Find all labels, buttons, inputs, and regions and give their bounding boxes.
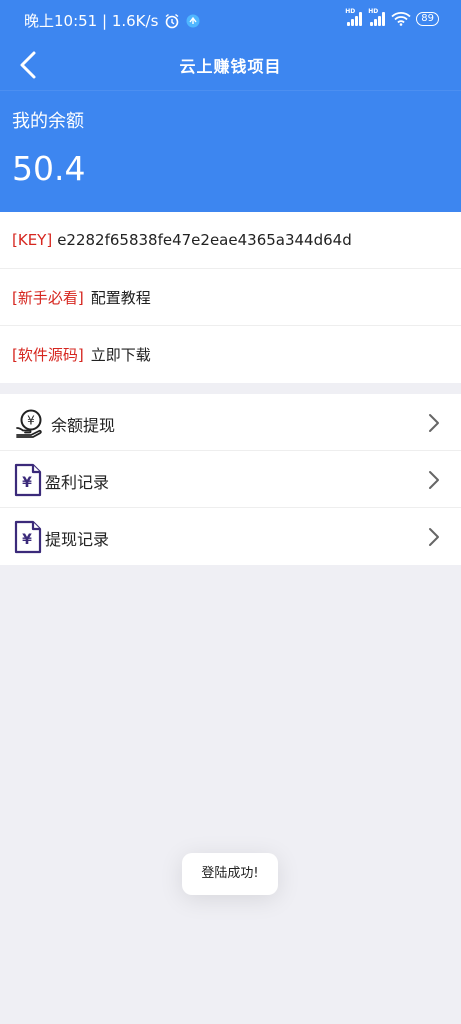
tutorial-link[interactable]: 配置教程: [91, 287, 151, 308]
svg-text:¥: ¥: [22, 532, 32, 548]
balance-card: 我的余额 50.4: [0, 90, 461, 213]
balance-label: 我的余额: [12, 111, 84, 132]
title-bar: 云上赚钱项目: [0, 40, 461, 90]
menu-item-profit-record[interactable]: ¥ 盈利记录: [0, 451, 461, 508]
svg-text:¥: ¥: [22, 475, 32, 491]
tutorial-tag: [新手必看]: [12, 288, 84, 307]
source-code-row[interactable]: [软件源码] 立即下载: [0, 326, 461, 383]
login-success-toast: 登陆成功!: [182, 853, 278, 895]
status-right: HD HD 89: [345, 8, 439, 26]
balance-value: 50.4: [12, 149, 86, 188]
key-tag: [KEY]: [12, 231, 53, 249]
tutorial-row[interactable]: [新手必看] 配置教程: [0, 269, 461, 326]
profit-record-document-icon: ¥: [14, 463, 42, 497]
menu-item-withdraw-balance[interactable]: ¥ 余额提现: [0, 394, 461, 451]
app-notification-icon: [186, 14, 200, 27]
menu-item-withdraw-record[interactable]: ¥ 提现记录: [0, 508, 461, 565]
key-value: e2282f65838fe47e2eae4365a344d64d: [57, 231, 352, 249]
menu-label-withdraw-record: 提现记录: [45, 530, 110, 549]
info-list: [KEY] e2282f65838fe47e2eae4365a344d64d […: [0, 212, 461, 383]
withdraw-balance-icon: ¥: [16, 409, 42, 438]
status-time-speed: 晚上10:51 | 1.6K/s: [24, 12, 159, 30]
alarm-clock-icon: [165, 13, 179, 28]
menu-list: ¥ 余额提现 ¥ 盈利记录 ¥ 提现记录: [0, 394, 461, 565]
download-link[interactable]: 立即下载: [91, 344, 151, 365]
chevron-right-icon: [429, 528, 439, 546]
signal-hd-icon-2: HD: [368, 8, 386, 26]
key-row[interactable]: [KEY] e2282f65838fe47e2eae4365a344d64d: [0, 212, 461, 269]
battery-icon: 89: [416, 11, 439, 26]
status-bar: 晚上10:51 | 1.6K/s HD HD 89: [0, 0, 461, 40]
status-left: 晚上10:51 | 1.6K/s: [24, 10, 200, 31]
menu-label-profit-record: 盈利记录: [45, 473, 110, 492]
withdraw-record-document-icon: ¥: [14, 520, 42, 554]
chevron-right-icon: [429, 471, 439, 489]
svg-text:¥: ¥: [27, 414, 35, 428]
signal-hd-icon: HD: [345, 8, 363, 26]
wifi-icon: [391, 12, 411, 26]
chevron-right-icon: [429, 414, 439, 432]
page-title: 云上赚钱项目: [179, 57, 282, 76]
source-code-tag: [软件源码]: [12, 346, 84, 364]
menu-label-withdraw-balance: 余额提现: [51, 416, 116, 435]
